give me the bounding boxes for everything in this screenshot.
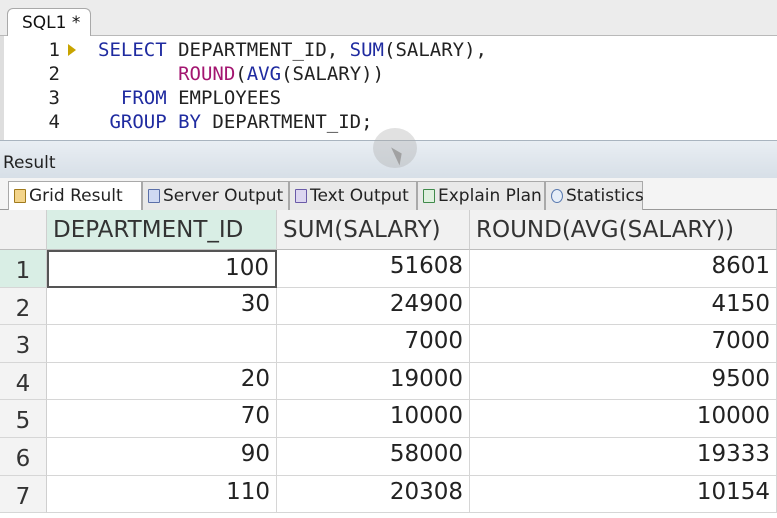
code-line[interactable]: 3 FROM EMPLOYEES [0,86,777,110]
code-line[interactable]: 2 ROUND(AVG(SALARY)) [0,62,777,86]
code-text: SELECT DEPARTMENT_ID, SUM(SALARY), [98,38,487,62]
text-output-icon [295,189,307,203]
table-cell[interactable]: 20308 [277,475,470,514]
line-number: 2 [48,63,60,85]
sql-keyword: SELECT [98,39,167,61]
tab-grid-result[interactable]: Grid Result [8,181,142,210]
table-cell[interactable] [47,325,277,363]
column-header[interactable]: ROUND(AVG(SALARY)) [470,210,777,250]
sql-editor[interactable]: 1 SELECT DEPARTMENT_ID, SUM(SALARY), 2 ROU… [0,36,777,140]
table-cell[interactable]: 9500 [470,362,777,401]
table-cell[interactable]: 10000 [470,400,777,438]
table-cell[interactable]: 110 [47,475,277,514]
code-text: FROM EMPLOYEES [98,86,281,110]
explain-plan-icon [423,189,435,203]
table-row[interactable]: 4 20 19000 9500 [0,362,777,401]
sql-text: DEPARTMENT_ID; [200,111,373,133]
line-number: 3 [48,87,60,109]
table-cell[interactable]: 19333 [470,438,777,476]
table-cell[interactable]: 10000 [277,400,470,438]
table-cell[interactable]: 70 [47,400,277,438]
row-number[interactable]: 3 [0,325,47,363]
sql-keyword: GROUP BY [109,111,201,133]
table-cell[interactable]: 7000 [470,325,777,363]
sql-function: ROUND [178,63,236,85]
result-title: Result [3,153,56,173]
tab-label: Explain Plan [438,186,542,206]
table-cell[interactable]: 8601 [470,250,777,288]
tab-statistics[interactable]: Statistics [545,181,644,210]
row-number[interactable]: 6 [0,438,47,476]
sql-text: (SALARY)) [281,63,385,85]
table-cell[interactable]: 30 [47,287,277,326]
line-number: 4 [48,111,60,133]
table-cell[interactable]: 4150 [470,287,777,326]
sql-keyword: FROM [120,87,167,109]
tab-text-output[interactable]: Text Output [289,181,417,210]
code-line[interactable]: 1 SELECT DEPARTMENT_ID, SUM(SALARY), [0,38,777,62]
statistics-icon [551,189,563,203]
editor-tab-bar: SQL1 * [0,0,777,36]
row-number[interactable]: 7 [0,475,47,514]
sql-text: EMPLOYEES [166,87,282,109]
table-row[interactable]: 3 7000 7000 [0,325,777,363]
table-cell[interactable]: 24900 [277,287,470,326]
line-number: 1 [48,39,60,61]
table-cell[interactable]: 10154 [470,475,777,514]
row-number[interactable]: 5 [0,400,47,438]
code-text: ROUND(AVG(SALARY)) [98,62,384,86]
tab-label: Text Output [310,186,409,206]
tab-label: Server Output [163,186,284,206]
table-cell[interactable]: 90 [47,438,277,476]
result-tabs: Grid Result Server Output Text Output Expla… [0,178,777,210]
tab-explain-plan[interactable]: Explain Plan [417,181,545,210]
table-row[interactable]: 6 90 58000 19333 [0,438,777,476]
grid-corner[interactable] [0,210,47,250]
result-grid: DEPARTMENT_ID SUM(SALARY) ROUND(AVG(SALARY… [0,210,777,517]
sql-keyword: SUM [349,39,384,61]
column-header[interactable]: DEPARTMENT_ID [47,210,277,250]
tab-label: Grid Result [29,186,123,206]
row-number[interactable]: 2 [0,287,47,326]
sql-text: DEPARTMENT_ID, [166,39,350,61]
table-cell[interactable]: 19000 [277,362,470,401]
table-row[interactable]: 5 70 10000 10000 [0,400,777,438]
table-cell[interactable]: 20 [47,362,277,401]
server-output-icon [148,189,160,203]
sql1-editor-tab[interactable]: SQL1 * [7,8,91,36]
tab-label: Statistics [566,186,644,206]
table-row[interactable]: 7 110 20308 10154 [0,475,777,514]
row-number[interactable]: 4 [0,362,47,401]
column-header[interactable]: SUM(SALARY) [277,210,470,250]
table-cell[interactable]: 100 [47,250,277,288]
sql-text: (SALARY), [384,39,487,61]
row-number[interactable]: 1 [0,250,47,288]
table-row[interactable]: 1 100 51608 8601 [0,250,777,288]
table-cell[interactable]: 51608 [277,250,470,288]
tab-server-output[interactable]: Server Output [142,181,289,210]
sql-text: ( [235,63,247,85]
table-row[interactable]: 2 30 24900 4150 [0,287,777,326]
table-cell[interactable]: 7000 [277,325,470,363]
table-cell[interactable]: 58000 [277,438,470,476]
current-line-arrow-icon [68,44,76,56]
sql-keyword: AVG [246,63,282,85]
code-text: GROUP BY DEPARTMENT_ID; [98,110,373,134]
grid-icon [14,189,26,203]
